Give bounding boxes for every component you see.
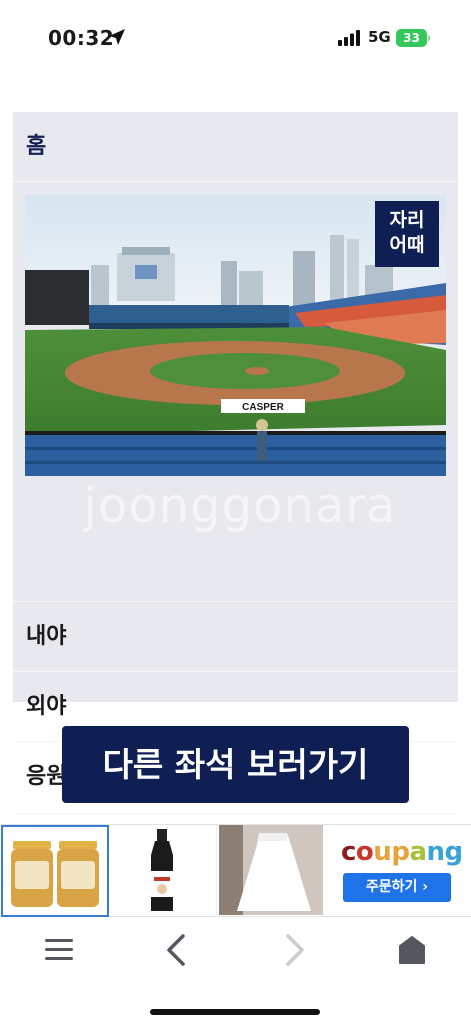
menu-item-outfield-label: 외야 [26, 694, 67, 719]
watermark-text: joonggonara [83, 478, 397, 534]
casper-sign-text: CASPER [242, 402, 284, 413]
badge-line-2: 어때 [389, 234, 425, 256]
badge-line-1: 자리 [389, 209, 425, 231]
ad-product-bottle[interactable] [111, 825, 217, 917]
ad-coupang[interactable]: coupang 주문하기 › [327, 825, 470, 917]
seat-view-badge: 자리 어때 [375, 201, 439, 267]
coupang-logo-letter: o [355, 837, 374, 867]
coupang-order-button[interactable]: 주문하기 › [343, 873, 451, 902]
coupang-logo-letter: p [391, 837, 410, 867]
menu-item-infield-label: 내야 [26, 624, 67, 649]
battery-level: 33 [403, 31, 420, 45]
ad-banner-strip: coupang 주문하기 › [0, 824, 471, 917]
menu-item-infield[interactable]: 내야 [13, 602, 458, 672]
menu-item-home-label: 홈 [26, 134, 47, 159]
ad-product-skirt[interactable] [219, 825, 323, 917]
location-arrow-icon [109, 29, 125, 45]
bottle-product-image [151, 829, 173, 911]
battery-icon: 33 [396, 29, 430, 47]
menu-item-home[interactable]: 홈 [13, 112, 458, 182]
back-icon[interactable] [153, 930, 201, 970]
menu-icon[interactable] [35, 930, 83, 970]
signal-bars-icon [338, 30, 360, 46]
coupang-logo: coupang [341, 837, 463, 867]
ad-product-jars[interactable] [1, 825, 109, 917]
forward-icon[interactable] [270, 930, 318, 970]
coupang-logo-text: coupang [341, 837, 463, 867]
network-type: 5G [368, 28, 391, 46]
coupang-logo-letter: u [373, 837, 392, 867]
skirt-product-image [219, 825, 323, 915]
home-indicator[interactable] [150, 1009, 320, 1015]
coupang-logo-letter: n [426, 837, 445, 867]
coupang-logo-letter: g [444, 837, 464, 867]
coupang-logo-letter: a [409, 837, 427, 867]
home-icon[interactable] [388, 930, 436, 970]
status-bar: 00:32 5G 33 [0, 0, 471, 70]
view-other-seats-button[interactable]: 다른 좌석 보러가기 [62, 726, 409, 803]
coupang-logo-letter: c [341, 837, 356, 867]
jar-product-image [11, 841, 99, 907]
status-time: 00:32 [48, 26, 115, 50]
